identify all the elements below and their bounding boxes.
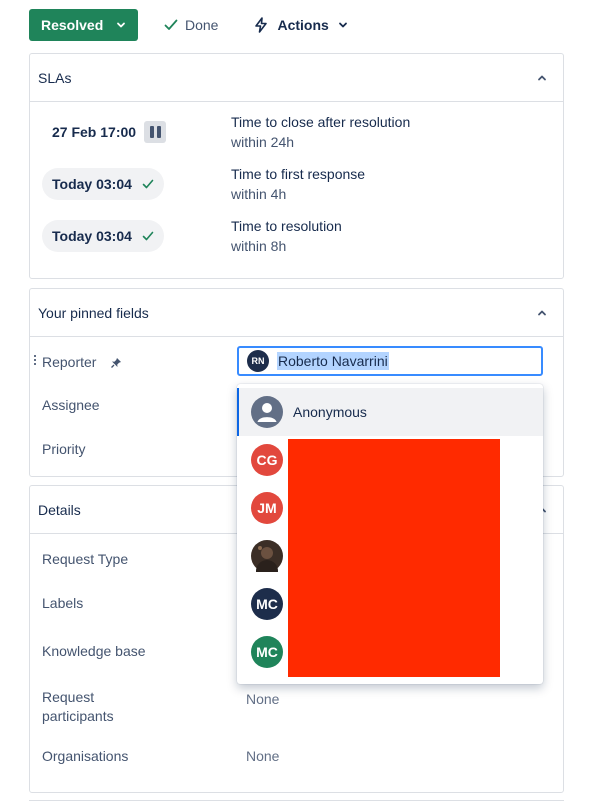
- pause-icon: [144, 121, 167, 143]
- avatar: RN: [247, 350, 269, 372]
- request-participants-label-line: Request: [42, 689, 95, 705]
- sla-time: Today 03:04: [52, 176, 132, 192]
- avatar: MC: [251, 636, 283, 668]
- sla-goal: within 8h: [231, 238, 287, 254]
- sla-time-badge: Today 03:04: [42, 168, 164, 200]
- sla-name: Time to resolution: [231, 218, 342, 234]
- sla-time-badge: 27 Feb 17:00: [42, 116, 176, 148]
- pinned-fields-header[interactable]: Your pinned fields: [30, 289, 563, 337]
- avatar: CG: [251, 444, 283, 476]
- sla-goal: within 4h: [231, 186, 287, 202]
- chevron-down-icon: [338, 22, 347, 28]
- drag-handle-icon[interactable]: [34, 355, 38, 367]
- organisations-label: Organisations: [42, 748, 129, 764]
- redaction-block: [288, 439, 500, 677]
- dropdown-option-label: Anonymous: [293, 404, 367, 420]
- sla-name: Time to first response: [231, 166, 366, 182]
- done-button[interactable]: Done: [163, 17, 218, 33]
- sla-time-badge: Today 03:04: [42, 220, 164, 252]
- sla-description: Time to resolution within 8h: [231, 216, 342, 256]
- reporter-label: Reporter: [42, 354, 122, 370]
- sla-row: Today 03:04 Time to resolution within 8h: [42, 216, 552, 256]
- dropdown-option-anonymous[interactable]: Anonymous: [237, 388, 543, 436]
- anonymous-user-icon: [251, 396, 283, 428]
- sla-description: Time to first response within 4h: [231, 164, 365, 204]
- avatar: MC: [251, 588, 283, 620]
- chevron-up-icon[interactable]: [537, 308, 547, 318]
- request-participants-label-line: participants: [42, 708, 114, 724]
- avatar: JM: [251, 492, 283, 524]
- assignee-label: Assignee: [42, 397, 100, 413]
- pin-icon[interactable]: [110, 357, 122, 369]
- sla-panel: SLAs 27 Feb 17:00 Time to close after re…: [29, 53, 564, 279]
- sla-goal: within 24h: [231, 134, 295, 150]
- check-icon: [142, 231, 154, 241]
- done-label: Done: [185, 17, 219, 33]
- avatar: [251, 540, 283, 572]
- chevron-up-icon[interactable]: [537, 73, 547, 83]
- knowledge-base-label: Knowledge base: [42, 643, 146, 659]
- sla-name: Time to close after resolution: [231, 114, 411, 130]
- actions-label: Actions: [277, 17, 329, 33]
- organisations-value[interactable]: None: [246, 748, 279, 764]
- check-icon: [164, 19, 178, 30]
- reporter-input[interactable]: RN Roberto Navarrini: [237, 346, 543, 376]
- status-button[interactable]: Resolved: [29, 9, 138, 41]
- details-title: Details: [38, 501, 81, 518]
- sla-time: Today 03:04: [52, 228, 132, 244]
- sla-row: 27 Feb 17:00 Time to close after resolut…: [42, 112, 552, 152]
- issue-toolbar: Resolved Done Actions: [29, 9, 348, 41]
- sla-time: 27 Feb 17:00: [52, 124, 137, 140]
- sla-panel-title: SLAs: [38, 69, 72, 86]
- lightning-icon: [255, 17, 268, 33]
- request-participants-value[interactable]: None: [246, 691, 279, 707]
- request-type-label: Request Type: [42, 551, 129, 567]
- status-label: Resolved: [41, 17, 104, 33]
- reporter-input-value[interactable]: Roberto Navarrini: [277, 352, 389, 370]
- check-icon: [142, 179, 154, 189]
- pinned-fields-title: Your pinned fields: [38, 304, 149, 321]
- sla-description: Time to close after resolution within 24…: [231, 112, 410, 152]
- request-participants-label: Request participants: [42, 688, 114, 726]
- reporter-label-text: Reporter: [42, 354, 97, 370]
- priority-label: Priority: [42, 441, 86, 457]
- sla-panel-header[interactable]: SLAs: [30, 54, 563, 102]
- next-panel-edge: [29, 800, 564, 801]
- chevron-down-icon: [117, 22, 125, 28]
- labels-label: Labels: [42, 595, 84, 611]
- actions-button[interactable]: Actions: [254, 17, 347, 33]
- sla-row: Today 03:04 Time to first response withi…: [42, 164, 552, 204]
